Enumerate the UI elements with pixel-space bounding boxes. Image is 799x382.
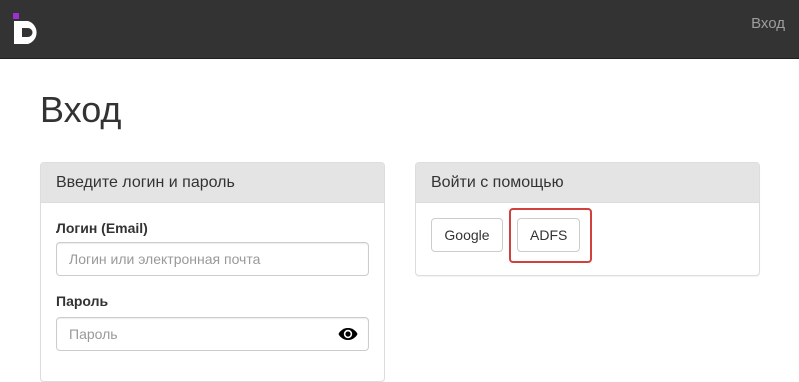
- external-login-panel-heading: Войти с помощью: [416, 163, 759, 203]
- adfs-login-button[interactable]: ADFS: [517, 218, 580, 252]
- password-input[interactable]: [56, 317, 369, 351]
- page-title: Вход: [40, 89, 122, 130]
- credentials-panel-heading: Введите логин и пароль: [41, 163, 384, 203]
- top-navbar: Вход: [0, 0, 799, 59]
- google-login-button[interactable]: Google: [431, 218, 503, 252]
- nav-login-link[interactable]: Вход: [751, 15, 785, 32]
- credentials-panel: Введите логин и пароль Логин (Email) Пар…: [40, 162, 385, 382]
- external-login-panel: Войти с помощью Google ADFS: [415, 162, 760, 276]
- password-label: Пароль: [56, 293, 109, 309]
- login-label: Логин (Email): [56, 220, 148, 236]
- brand-d-logo-icon[interactable]: [13, 13, 47, 45]
- login-input[interactable]: [56, 242, 369, 276]
- eye-icon[interactable]: [338, 326, 358, 342]
